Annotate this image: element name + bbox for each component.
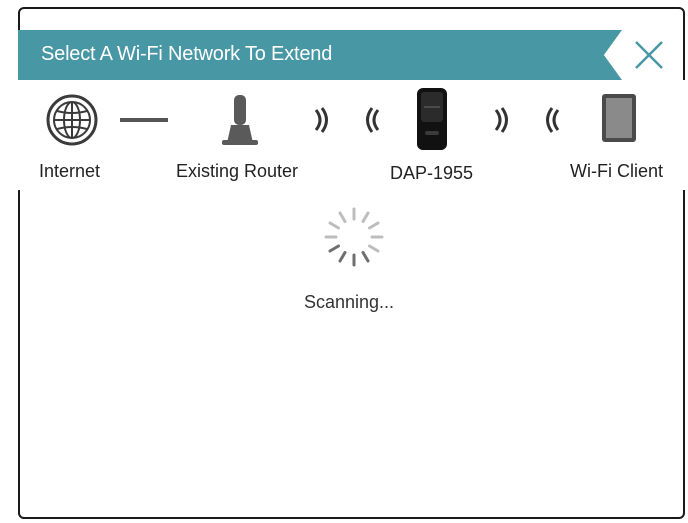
wired-link-icon	[120, 118, 168, 122]
wireless-signal-icon	[494, 107, 560, 133]
close-icon	[635, 41, 663, 69]
router-label: Existing Router	[176, 161, 299, 181]
wireless-signal-icon	[314, 107, 380, 133]
loading-spinner-icon	[324, 207, 384, 267]
client-label: Wi-Fi Client	[570, 161, 663, 181]
globe-icon	[46, 94, 98, 146]
scanning-status: Scanning...	[304, 292, 395, 312]
extender-label: DAP-1955	[390, 163, 474, 183]
extender-device-icon	[417, 88, 447, 150]
dialog-title: Select A Wi-Fi Network To Extend	[41, 43, 333, 65]
internet-label: Internet	[39, 161, 101, 181]
router-icon	[222, 95, 258, 145]
tablet-icon	[602, 94, 636, 142]
close-button[interactable]	[630, 36, 668, 74]
